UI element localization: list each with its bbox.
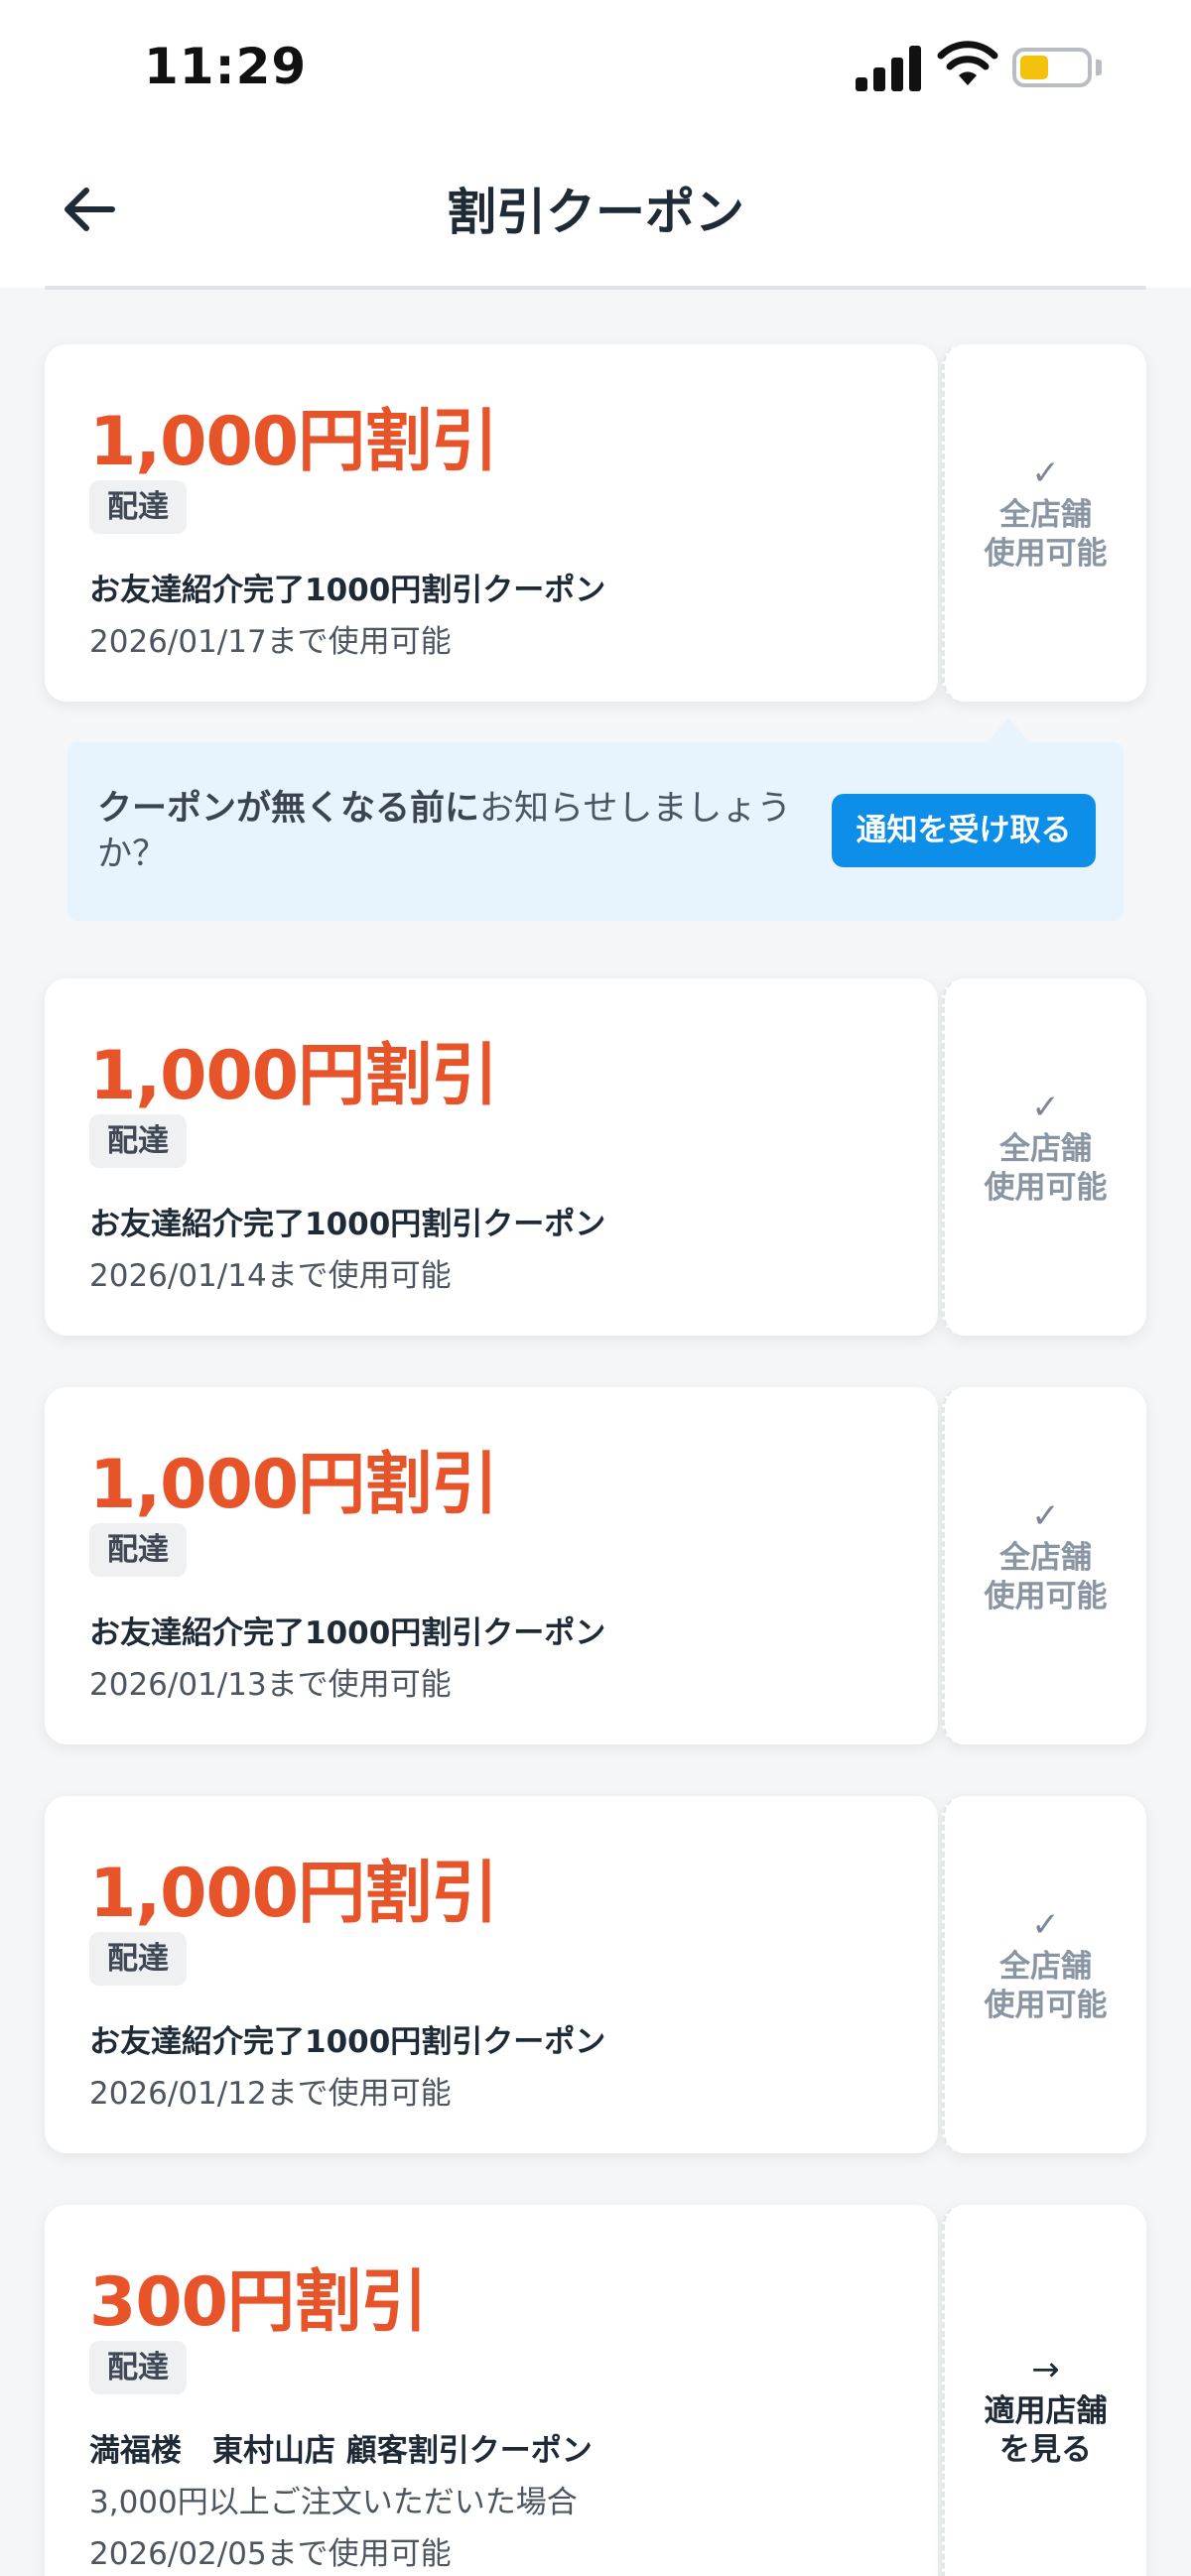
- coupon-condition: 3,000円以上ご注文いただいた場合: [89, 2485, 578, 2520]
- check-icon: ✓: [1031, 1496, 1060, 1536]
- notify-button[interactable]: 通知を受け取る: [832, 794, 1096, 867]
- battery-level: [1020, 56, 1048, 79]
- coupon-tag: 配達: [89, 1932, 187, 1986]
- coupon-name: お友達紹介完了1000円割引クーポン: [89, 2024, 606, 2060]
- notify-message-bold: クーポンが無くなる前に: [97, 789, 480, 829]
- side-label-line1: 全店舗: [999, 1540, 1092, 1576]
- coupon-side-panel[interactable]: ✓ 全店舗 使用可能: [942, 1387, 1146, 1744]
- coupon-side-panel[interactable]: ✓ 全店舗 使用可能: [942, 344, 1146, 702]
- side-label-line2: を見る: [999, 2432, 1092, 2468]
- coupon-amount: 1,000円割引: [89, 1446, 498, 1524]
- header-divider: [45, 286, 1146, 290]
- signal-icon: [856, 44, 925, 91]
- coupon-expiry: 2026/01/12まで使用可能: [89, 2076, 452, 2112]
- notify-message: クーポンが無くなる前にお知らせしましょうか？: [97, 786, 812, 877]
- coupon-name: 満福楼 東村山店 顧客割引クーポン: [89, 2433, 593, 2469]
- coupon-name: お友達紹介完了1000円割引クーポン: [89, 1207, 606, 1242]
- coupon-main: 1,000円割引 配達 お友達紹介完了1000円割引クーポン 2026/01/1…: [45, 1387, 938, 1744]
- coupon-name: お友達紹介完了1000円割引クーポン: [89, 573, 606, 608]
- coupon-card[interactable]: 1,000円割引 配達 お友達紹介完了1000円割引クーポン 2026/01/1…: [45, 344, 1146, 702]
- coupon-card[interactable]: 1,000円割引 配達 お友達紹介完了1000円割引クーポン 2026/01/1…: [45, 978, 1146, 1336]
- coupon-expiry: 2026/02/05まで使用可能: [89, 2536, 452, 2572]
- coupon-amount: 1,000円割引: [89, 403, 498, 481]
- side-label-line1: 全店舗: [999, 1949, 1092, 1985]
- wifi-icon: [937, 41, 998, 85]
- coupon-amount: 1,000円割引: [89, 1037, 498, 1115]
- coupon-name: お友達紹介完了1000円割引クーポン: [89, 1615, 606, 1651]
- battery-icon: [1012, 48, 1092, 87]
- coupon-main: 1,000円割引 配達 お友達紹介完了1000円割引クーポン 2026/01/1…: [45, 1796, 938, 2153]
- check-icon: ✓: [1031, 1088, 1060, 1127]
- coupon-expiry: 2026/01/13まで使用可能: [89, 1667, 452, 1703]
- status-time: 11:29: [144, 38, 308, 95]
- page: 11:29 割引クーポン 1,000円割引 配達 お友達紹介完了1000円割引ク…: [0, 0, 1191, 2576]
- arrow-right-icon: →: [1031, 2350, 1060, 2389]
- side-label-line1: 全店舗: [999, 497, 1092, 533]
- side-label-line2: 使用可能: [984, 1170, 1108, 1206]
- side-label-line2: 使用可能: [984, 1579, 1108, 1614]
- coupon-main: 1,000円割引 配達 お友達紹介完了1000円割引クーポン 2026/01/1…: [45, 344, 938, 702]
- coupon-main: 1,000円割引 配達 お友達紹介完了1000円割引クーポン 2026/01/1…: [45, 978, 938, 1336]
- coupon-expiry: 2026/01/17まで使用可能: [89, 624, 452, 660]
- header: 割引クーポン: [0, 139, 1191, 288]
- coupon-tag: 配達: [89, 1114, 187, 1168]
- coupon-main: 300円割引 配達 満福楼 東村山店 顧客割引クーポン 3,000円以上ご注文い…: [45, 2205, 938, 2576]
- coupon-side-panel[interactable]: ✓ 全店舗 使用可能: [942, 1796, 1146, 2153]
- side-label-line1: 適用店舗: [984, 2393, 1108, 2429]
- coupon-tag: 配達: [89, 1523, 187, 1577]
- check-icon: ✓: [1031, 1905, 1060, 1945]
- side-label-line1: 全店舗: [999, 1131, 1092, 1167]
- status-bar: 11:29: [0, 0, 1191, 139]
- page-title: 割引クーポン: [447, 184, 744, 241]
- check-icon: ✓: [1031, 453, 1060, 493]
- side-label-line2: 使用可能: [984, 1988, 1108, 2023]
- coupon-side-panel[interactable]: ✓ 全店舗 使用可能: [942, 978, 1146, 1336]
- coupon-amount: 1,000円割引: [89, 1855, 498, 1933]
- coupon-card[interactable]: 300円割引 配達 満福楼 東村山店 顧客割引クーポン 3,000円以上ご注文い…: [45, 2205, 1146, 2576]
- side-label-line2: 使用可能: [984, 536, 1108, 572]
- banner-pointer: [987, 718, 1030, 743]
- coupon-tag: 配達: [89, 480, 187, 534]
- notify-banner: クーポンが無くなる前にお知らせしましょうか？ 通知を受け取る: [67, 742, 1124, 921]
- coupon-card[interactable]: 1,000円割引 配達 お友達紹介完了1000円割引クーポン 2026/01/1…: [45, 1387, 1146, 1744]
- battery-tip: [1096, 60, 1102, 75]
- coupon-card[interactable]: 1,000円割引 配達 お友達紹介完了1000円割引クーポン 2026/01/1…: [45, 1796, 1146, 2153]
- coupon-expiry: 2026/01/14まで使用可能: [89, 1258, 452, 1294]
- coupon-tag: 配達: [89, 2341, 187, 2394]
- coupon-side-panel[interactable]: → 適用店舗 を見る: [942, 2205, 1146, 2576]
- coupon-amount: 300円割引: [89, 2263, 428, 2342]
